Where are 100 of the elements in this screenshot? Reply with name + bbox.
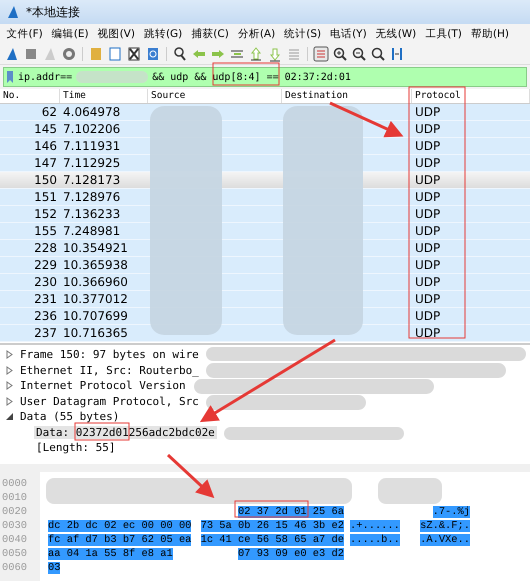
search-icon[interactable] [172,46,188,62]
packet-number: 62 [40,104,58,120]
collapsed-triangle-icon[interactable] [5,381,14,390]
stop-square-icon[interactable] [23,46,39,62]
packet-time: 7.136233 [62,206,122,222]
hex-bytes: 02 37 2d 01 25 6a [238,506,344,518]
packet-protocol: UDP [414,104,442,120]
tree-item[interactable]: Data (55 bytes) [18,410,122,424]
packet-protocol: UDP [414,325,442,341]
bookmark-icon [6,70,14,84]
packet-protocol: UDP [414,172,442,188]
resize-columns-icon[interactable] [389,46,405,62]
ascii-text: .7-.%j [432,506,470,518]
collapsed-triangle-icon[interactable] [5,366,14,375]
collapsed-triangle-icon[interactable] [5,396,14,406]
hex-bytes: fc af d7 b3 b7 62 05 ea [48,534,192,546]
hex-bytes: 1c 41 ce 56 58 65 a7 de [200,534,344,546]
packet-protocol: UDP [414,308,442,324]
packet-time: 10.707699 [62,308,129,324]
hex-offset: 0040 [1,533,28,547]
packet-time: 4.064978 [62,104,122,120]
reload-icon[interactable] [145,46,161,62]
menu-item[interactable]: 编辑(E) [47,27,94,41]
hex-bytes: dc 2b dc 02 ec 00 00 00 [48,520,192,532]
packet-protocol: UDP [414,240,442,256]
tree-item[interactable]: Ethernet II, Src: Routerbo_ [18,364,201,377]
shark-fin-icon [6,5,20,19]
hex-offset: 0050 [1,547,28,561]
packet-number: 231 [33,291,58,307]
redaction-blur [378,478,442,504]
menu-item[interactable]: 文件(F) [2,27,48,41]
menu-item[interactable]: 统计(S) [280,27,326,41]
column-header[interactable]: Time [60,89,148,103]
colorize-icon[interactable] [313,46,329,62]
packet-number: 147 [33,155,58,171]
tree-item[interactable]: User Datagram Protocol, Src [18,394,201,408]
hex-bytes: 73 5a 0b 26 15 46 3b e2 [200,520,344,532]
packet-number: 152 [33,206,58,222]
collapsed-triangle-icon[interactable] [5,350,14,360]
ascii-text: .....b.. [350,534,400,546]
packet-protocol: UDP [414,274,442,290]
menu-item[interactable]: 捕获(C) [186,27,234,41]
menu-item[interactable]: 帮助(H) [466,27,514,41]
packet-number: 155 [33,223,58,239]
packet-number: 146 [33,138,58,154]
packet-time: 7.248981 [62,223,122,239]
hex-offset: 0010 [1,491,28,505]
zoom-out-icon[interactable] [351,46,367,62]
annotation-arrow [166,454,214,498]
zoom-reset-icon[interactable] [370,46,386,62]
menu-item[interactable]: 跳转(G) [139,27,187,41]
packet-number: 236 [33,308,58,324]
packet-protocol: UDP [414,155,442,171]
packet-protocol: UDP [414,291,442,307]
ascii-text: .A.VXe.. [420,534,470,546]
packet-time: 7.102206 [62,121,122,137]
expanded-triangle-icon[interactable] [5,412,14,422]
packet-protocol: UDP [414,189,442,205]
display-filter-field[interactable]: ip.addr== && udp && udp[8:4] == 02:37:2d:01 [3,67,527,87]
packet-protocol: UDP [414,206,442,222]
hex-offset: 0000 [1,477,28,491]
packet-time: 7.128173 [62,172,122,188]
column-header[interactable]: Protocol [412,89,530,103]
column-header[interactable]: No. [0,89,60,103]
menu-item[interactable]: 电话(Y) [326,27,372,41]
packet-time: 7.112925 [62,155,122,171]
ascii-text: sZ.&.F;. [420,520,470,532]
file-icon[interactable] [107,46,123,62]
menu-item[interactable]: 工具(T) [420,27,466,41]
column-header[interactable]: Source [148,89,282,103]
shark-fin-icon[interactable] [4,46,20,62]
window-title: *本地连接 [26,4,80,20]
menu-item[interactable]: 无线(W) [371,27,421,41]
packet-time: 10.366960 [62,274,129,290]
packet-number: 230 [33,274,58,290]
packet-protocol: UDP [414,257,442,273]
highlight-frame [212,62,280,86]
tree-item[interactable]: Frame 150: 97 bytes on wire [18,348,201,362]
down-arrow-icon[interactable] [267,46,283,62]
packet-time: 7.111931 [62,138,122,154]
zoom-in-icon[interactable] [332,46,348,62]
tree-item[interactable]: [Length: 55] [34,441,118,454]
packet-protocol: UDP [414,121,442,137]
hex-offset: 0030 [1,519,28,533]
packet-number: 229 [33,257,58,273]
menu-item[interactable]: 视图(V) [93,27,140,41]
packet-time: 10.365938 [62,257,129,273]
packet-number: 237 [33,325,58,341]
packet-time: 7.128976 [62,189,122,205]
tree-item[interactable]: Internet Protocol Version [18,379,188,392]
hex-offset: 0020 [1,505,28,519]
close-file-icon[interactable] [126,46,142,62]
packet-number: 228 [33,240,58,256]
column-header[interactable]: Destination [282,89,412,103]
hex-bytes: 03 [48,562,60,574]
packet-number: 150 [33,172,58,188]
hex-bytes: 07 93 09 e0 e3 d2 [238,548,344,560]
gear-icon[interactable] [61,46,77,62]
up-arrow-icon[interactable] [248,46,264,62]
menu-item[interactable]: 分析(A) [233,27,280,41]
